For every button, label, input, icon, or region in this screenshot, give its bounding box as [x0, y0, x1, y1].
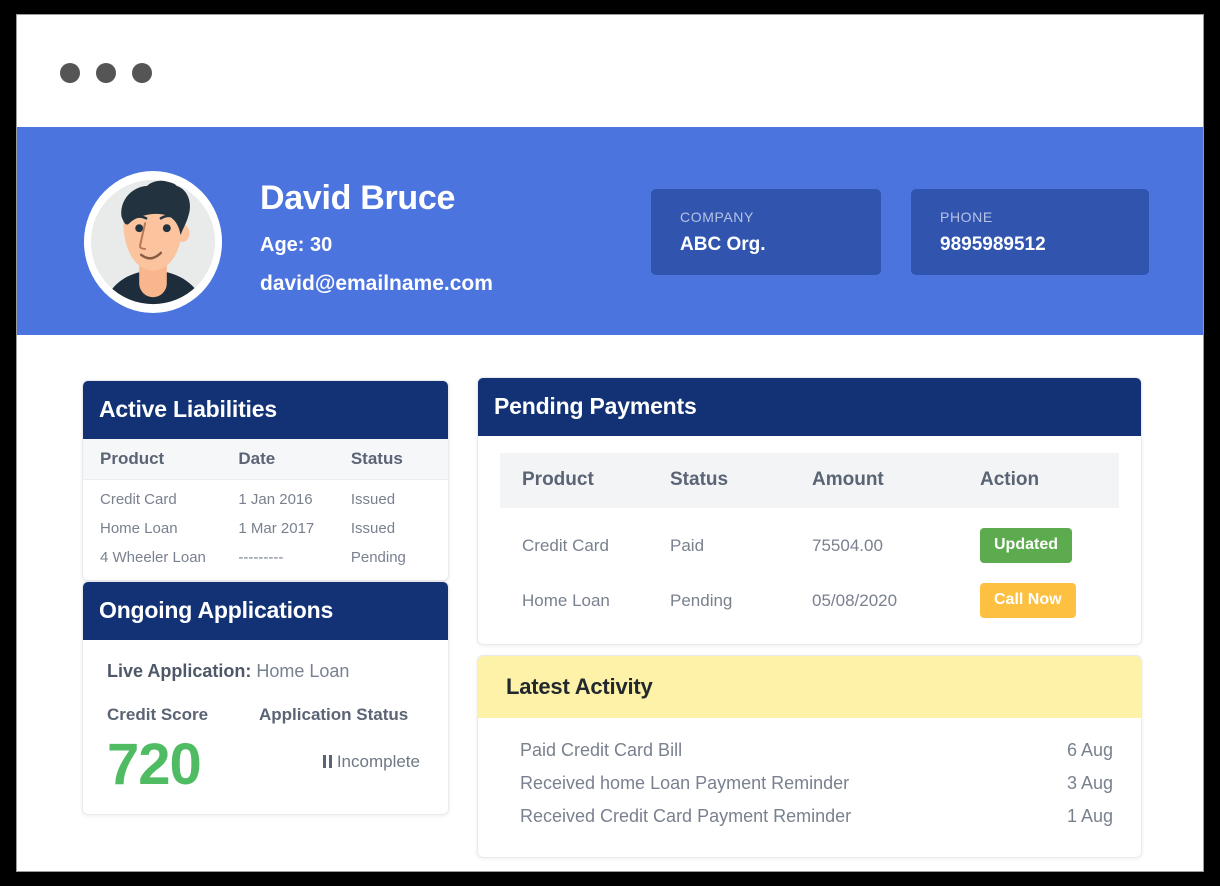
- cell-amount: 75504.00: [812, 508, 980, 563]
- profile-name: David Bruce: [260, 177, 493, 220]
- ongoing-applications-panel: Ongoing Applications Live Application: H…: [82, 581, 449, 815]
- live-application-value: Home Loan: [256, 661, 349, 681]
- avatar: [84, 171, 222, 313]
- activity-date: 3 Aug: [1055, 773, 1113, 794]
- cell-date: ---------: [238, 543, 350, 580]
- cell-product: Credit Card: [500, 508, 670, 563]
- dashboard-body: Active Liabilities Product Date Status C…: [17, 335, 1204, 872]
- cell-action: Call Now: [980, 563, 1119, 618]
- activity-text: Paid Credit Card Bill: [520, 740, 1055, 761]
- app-window: David Bruce Age: 30 david@emailname.com …: [16, 14, 1204, 872]
- cell-status: Pending: [351, 543, 448, 580]
- column-header-action: Action: [980, 453, 1119, 508]
- credit-score-value: 720: [107, 736, 259, 794]
- table-row: 4 Wheeler Loan --------- Pending: [83, 543, 448, 580]
- cell-product: 4 Wheeler Loan: [83, 543, 238, 580]
- pending-payments-table: Product Status Amount Action Credit Card…: [500, 453, 1119, 618]
- cell-date: 1 Mar 2017: [238, 514, 350, 543]
- table-row: Home Loan Pending 05/08/2020 Call Now: [500, 563, 1119, 618]
- application-status-block: Application Status Incomplete: [259, 705, 444, 794]
- latest-activity-panel: Latest Activity Paid Credit Card Bill 6 …: [477, 655, 1142, 858]
- profile-banner: David Bruce Age: 30 david@emailname.com …: [17, 127, 1204, 335]
- credit-score-block: Credit Score 720: [107, 705, 259, 794]
- pending-payments-body: Product Status Amount Action Credit Card…: [478, 436, 1141, 644]
- cell-product: Home Loan: [83, 514, 238, 543]
- profile-info-cards: COMPANY ABC Org. PHONE 9895989512: [651, 189, 1149, 275]
- latest-activity-title: Latest Activity: [478, 656, 1141, 718]
- maximize-dot-icon[interactable]: [132, 63, 152, 83]
- live-application-row: Live Application: Home Loan: [107, 661, 448, 683]
- cell-action: Updated: [980, 508, 1119, 563]
- profile-email: david@emailname.com: [260, 271, 493, 296]
- ongoing-applications-body: Live Application: Home Loan Credit Score…: [83, 640, 448, 814]
- table-row: Home Loan 1 Mar 2017 Issued: [83, 514, 448, 543]
- company-value: ABC Org.: [680, 234, 852, 257]
- phone-label: PHONE: [940, 209, 1120, 226]
- application-status-value: Incomplete: [337, 752, 420, 772]
- pending-payments-panel: Pending Payments Product Status Amount A…: [477, 377, 1142, 645]
- column-header-amount: Amount: [812, 453, 980, 508]
- activity-date: 1 Aug: [1055, 806, 1113, 827]
- updated-button[interactable]: Updated: [980, 528, 1072, 563]
- activity-text: Received Credit Card Payment Reminder: [520, 806, 1055, 827]
- table-header-row: Product Date Status: [83, 439, 448, 480]
- close-dot-icon[interactable]: [60, 63, 80, 83]
- table-header-row: Product Status Amount Action: [500, 453, 1119, 508]
- column-header-product: Product: [500, 453, 670, 508]
- phone-value: 9895989512: [940, 234, 1120, 257]
- list-item: Paid Credit Card Bill 6 Aug: [478, 734, 1141, 767]
- cell-amount: 05/08/2020: [812, 563, 980, 618]
- profile-age: Age: 30: [260, 233, 493, 257]
- cell-date: 1 Jan 2016: [238, 480, 350, 515]
- active-liabilities-table: Product Date Status Credit Card 1 Jan 20…: [83, 439, 448, 580]
- company-info-card: COMPANY ABC Org.: [651, 189, 881, 275]
- cell-status: Pending: [670, 563, 812, 618]
- active-liabilities-panel: Active Liabilities Product Date Status C…: [82, 380, 449, 581]
- active-liabilities-title: Active Liabilities: [83, 381, 448, 439]
- list-item: Received home Loan Payment Reminder 3 Au…: [478, 767, 1141, 800]
- minimize-dot-icon[interactable]: [96, 63, 116, 83]
- activity-text: Received home Loan Payment Reminder: [520, 773, 1055, 794]
- status-badge: Incomplete: [259, 752, 444, 772]
- column-header-date: Date: [238, 439, 350, 480]
- activity-date: 6 Aug: [1055, 740, 1113, 761]
- phone-info-card: PHONE 9895989512: [911, 189, 1149, 275]
- table-row: Credit Card 1 Jan 2016 Issued: [83, 480, 448, 515]
- pause-icon: [323, 755, 332, 768]
- cell-status: Issued: [351, 514, 448, 543]
- ongoing-metrics: Credit Score 720 Application Status Inco…: [107, 705, 448, 794]
- window-controls: [60, 63, 152, 83]
- column-header-status: Status: [351, 439, 448, 480]
- column-header-status: Status: [670, 453, 812, 508]
- pending-payments-title: Pending Payments: [478, 378, 1141, 436]
- window-titlebar: [17, 15, 1203, 127]
- list-item: Received Credit Card Payment Reminder 1 …: [478, 800, 1141, 833]
- credit-score-label: Credit Score: [107, 705, 259, 725]
- profile-details: David Bruce Age: 30 david@emailname.com: [260, 177, 493, 296]
- latest-activity-list: Paid Credit Card Bill 6 Aug Received hom…: [478, 718, 1141, 857]
- company-label: COMPANY: [680, 209, 852, 226]
- cell-product: Home Loan: [500, 563, 670, 618]
- cell-status: Issued: [351, 480, 448, 515]
- cell-product: Credit Card: [83, 480, 238, 515]
- cell-status: Paid: [670, 508, 812, 563]
- table-row: Credit Card Paid 75504.00 Updated: [500, 508, 1119, 563]
- live-application-label: Live Application:: [107, 661, 251, 681]
- ongoing-applications-title: Ongoing Applications: [83, 582, 448, 640]
- user-avatar-illustration-icon: [84, 171, 222, 313]
- application-status-label: Application Status: [259, 705, 444, 725]
- call-now-button[interactable]: Call Now: [980, 583, 1076, 618]
- column-header-product: Product: [83, 439, 238, 480]
